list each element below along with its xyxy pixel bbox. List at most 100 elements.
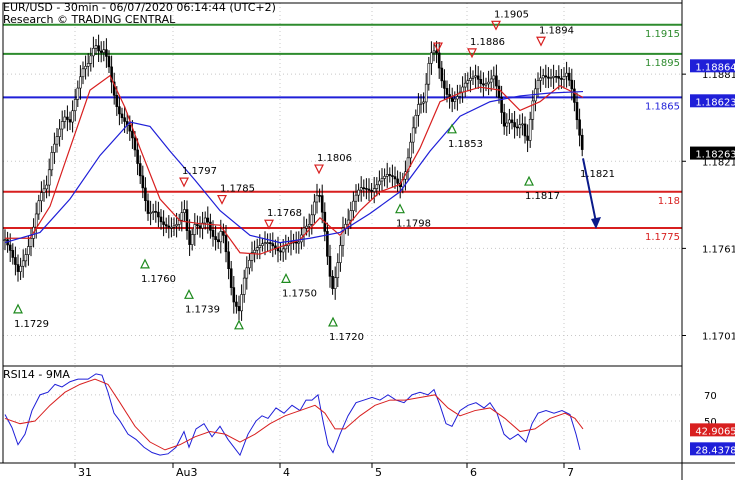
candle-body [523, 123, 527, 137]
candle-body [170, 226, 173, 229]
candle-body [479, 79, 483, 85]
pivot-low-marker [281, 273, 291, 283]
candle-body [552, 75, 555, 78]
pivot-low-marker [234, 319, 244, 330]
candle-body [86, 63, 90, 67]
candle-body [47, 169, 51, 186]
time-tick-label: 6 [470, 466, 477, 479]
candle-body [495, 75, 498, 87]
pivot-low-label: 1.1798 [396, 219, 431, 230]
candle-body [502, 112, 506, 127]
candle-body [307, 223, 311, 227]
pivot-high-marker [264, 219, 274, 230]
price-badge-label: 1.18623 [695, 97, 735, 108]
candle-body [214, 236, 217, 240]
candle-body [461, 86, 464, 93]
candle-body [294, 241, 298, 244]
rsi-series [4, 373, 584, 457]
candle-body [138, 163, 142, 177]
candle-body [131, 130, 134, 139]
candle-body [539, 77, 542, 81]
candle-body [102, 49, 106, 53]
candle-body [99, 50, 103, 53]
candle-body [229, 268, 233, 288]
rsi-line [4, 373, 581, 457]
candle-body [378, 180, 381, 186]
level-label: 1.1895 [645, 58, 680, 69]
candle-body [37, 200, 41, 215]
candle-body [474, 75, 477, 78]
rsi-ma-line [4, 378, 584, 451]
pivot-low-marker [395, 203, 405, 214]
candle-body [198, 225, 202, 229]
chart-source: Research © TRADING CENTRAL [3, 13, 176, 26]
candle-body [565, 72, 568, 77]
candle-body [242, 277, 246, 295]
candle-body [396, 178, 399, 184]
candle-body [115, 95, 119, 107]
pivot-high-label: 1.1806 [317, 153, 352, 164]
candle-body [362, 187, 366, 189]
candle-body [573, 88, 576, 103]
time-tick-label: 4 [283, 466, 290, 479]
candle-body [276, 247, 280, 252]
candle-body [297, 241, 301, 244]
price-series [3, 34, 584, 322]
pivot-low-marker [184, 288, 194, 299]
ma-slow-line [4, 90, 584, 244]
candle-body [159, 216, 163, 223]
candle-body [497, 85, 501, 98]
pivot-high-label: 1.1768 [267, 208, 302, 219]
candle-body [380, 178, 384, 182]
candle-body [224, 235, 228, 253]
candle-body [432, 50, 436, 54]
candle-body [331, 276, 334, 289]
pivot-low-marker [140, 258, 150, 269]
candle-body [58, 128, 61, 137]
candle-body [526, 135, 529, 141]
rsi-panel-title: RSI14 - 9MA [3, 368, 70, 381]
candle-body [393, 176, 397, 180]
candle-body [123, 117, 126, 122]
forecast-arrow-shaft [582, 158, 597, 223]
candle-body [544, 75, 548, 78]
candle-body [435, 50, 438, 54]
candle-body [255, 247, 259, 251]
candle-body [482, 83, 485, 86]
candle-body [271, 243, 275, 247]
candle-body [383, 176, 386, 179]
candle-body [518, 124, 522, 129]
candle-body [336, 262, 340, 279]
pivot-low-label: 1.1750 [282, 288, 317, 299]
panel-frames [0, 0, 735, 480]
candle-body [55, 136, 59, 145]
candle-body [391, 175, 394, 177]
candle-body [193, 224, 197, 235]
candle-body [175, 224, 178, 227]
candle-body [528, 118, 532, 141]
candle-body [365, 188, 368, 190]
candle-body [313, 201, 316, 216]
candle-body [409, 141, 412, 159]
pivot-high-label: 1.1886 [470, 37, 505, 48]
pivot-high-marker [433, 42, 443, 53]
pivot-high-marker [536, 36, 546, 47]
candle-body [263, 242, 267, 245]
candle-body [372, 188, 376, 192]
candle-body [320, 195, 324, 213]
candle-body [14, 257, 17, 265]
candle-body [50, 152, 54, 171]
candle-body [531, 100, 535, 120]
rsi-badge-label: 28.4378 [695, 445, 735, 456]
candle-body [549, 77, 553, 79]
level-label: 1.1775 [645, 232, 680, 243]
candle-body [97, 45, 100, 52]
candle-body [183, 209, 186, 213]
candle-body [315, 195, 319, 203]
candle-body [414, 114, 418, 129]
time-tick-label: 7 [567, 466, 574, 479]
candle-body [352, 200, 355, 211]
candle-body [245, 267, 249, 279]
candle-body [261, 243, 264, 246]
candle-body [146, 200, 150, 214]
